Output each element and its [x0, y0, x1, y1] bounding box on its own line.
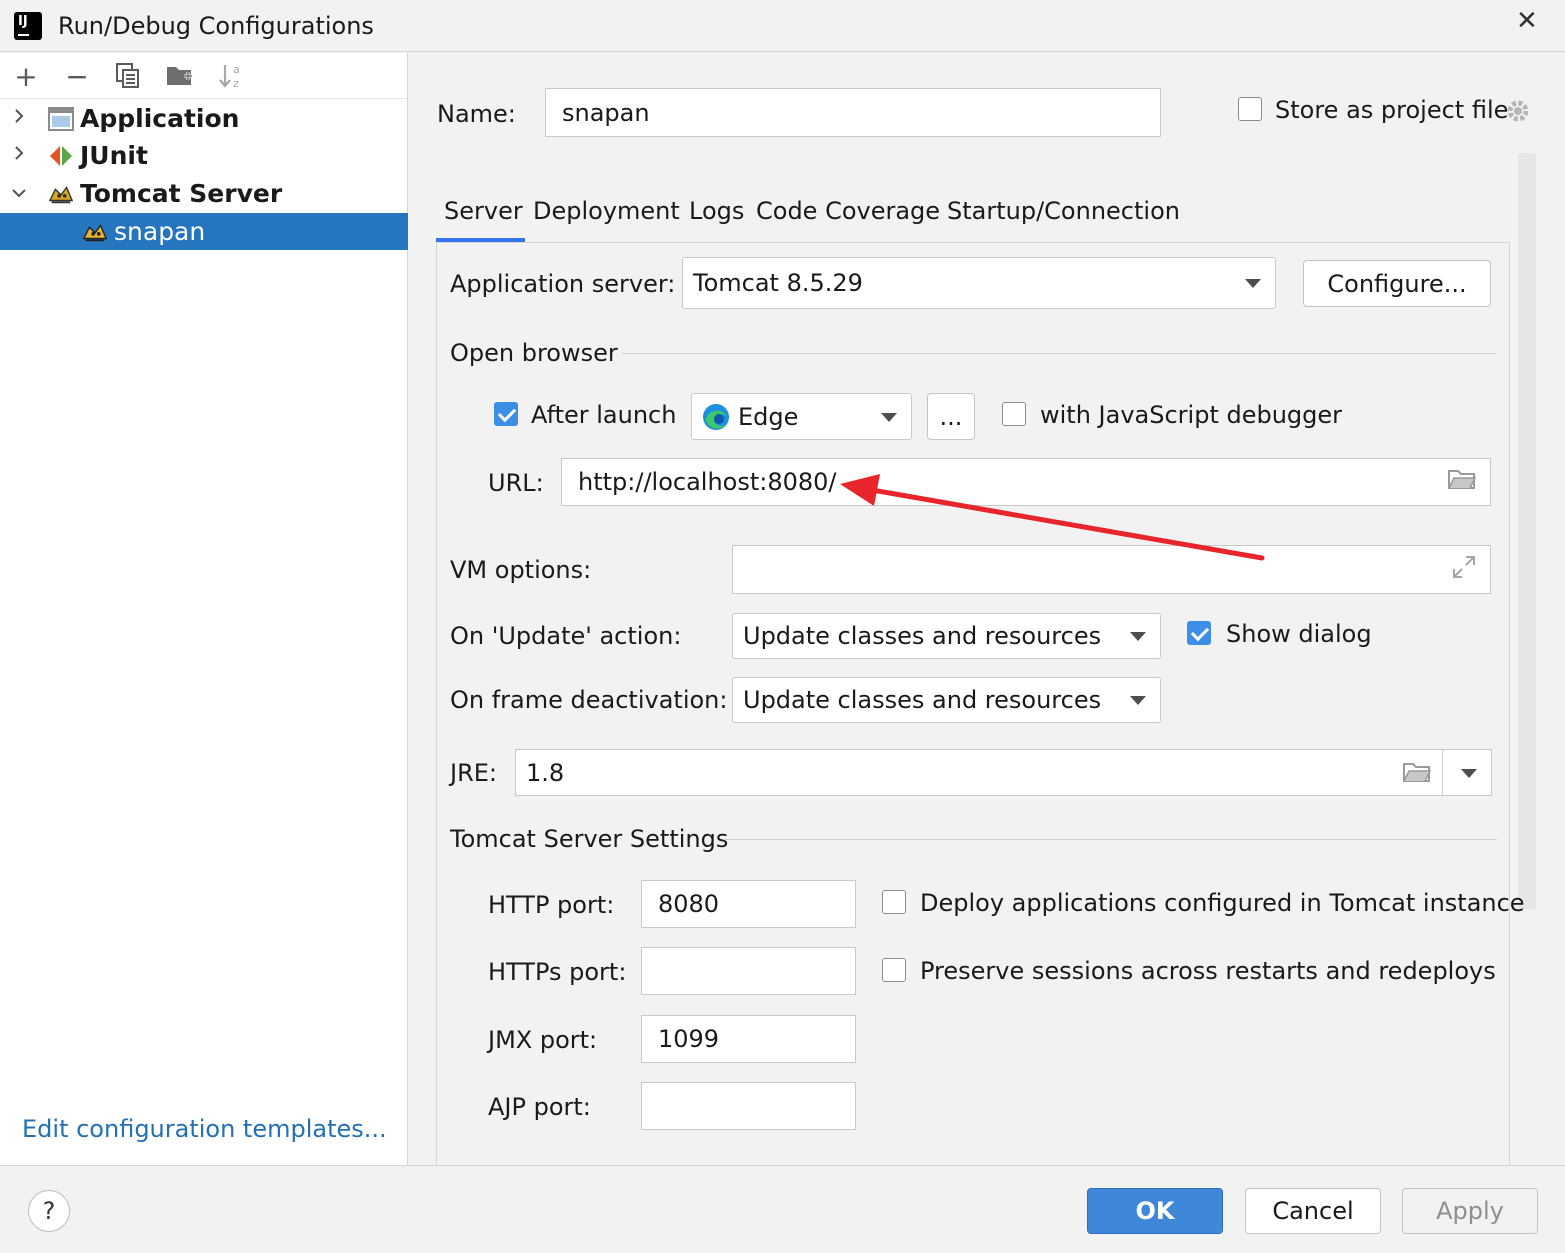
- on-update-dropdown[interactable]: Update classes and resources: [732, 613, 1161, 659]
- https-port-input[interactable]: [641, 947, 856, 995]
- tree-item-application[interactable]: Application: [0, 100, 408, 137]
- intellij-logo-icon: IJ: [11, 9, 45, 43]
- tab-code-coverage[interactable]: Code Coverage: [756, 197, 940, 225]
- folder-icon[interactable]: [1403, 761, 1432, 789]
- divider: [1442, 750, 1443, 795]
- tomcat-settings-section-title: Tomcat Server Settings: [450, 825, 729, 853]
- expand-icon[interactable]: [1452, 555, 1476, 585]
- tree-item-label: snapan: [114, 217, 206, 246]
- after-launch-checkbox[interactable]: [494, 402, 518, 426]
- store-as-project-file-checkbox[interactable]: [1238, 97, 1262, 121]
- jre-combo[interactable]: 1.8: [515, 749, 1492, 796]
- window-title: Run/Debug Configurations: [58, 12, 374, 40]
- store-as-project-file-label: Store as project file: [1275, 96, 1509, 124]
- tree-item-label: JUnit: [80, 141, 148, 170]
- cancel-button[interactable]: Cancel: [1245, 1188, 1381, 1234]
- vm-options-label: VM options:: [450, 556, 592, 584]
- after-launch-label: After launch: [531, 401, 677, 429]
- tree-item-label: Tomcat Server: [80, 179, 283, 208]
- close-icon[interactable]: ✕: [1516, 6, 1538, 36]
- browser-dropdown[interactable]: Edge: [691, 393, 912, 440]
- chevron-right-icon[interactable]: [0, 145, 38, 166]
- on-update-value: Update classes and resources: [743, 622, 1102, 650]
- gear-icon[interactable]: [1504, 97, 1532, 131]
- add-icon[interactable]: +: [9, 59, 43, 93]
- chevron-down-icon: [1245, 279, 1261, 288]
- browser-value: Edge: [738, 402, 799, 431]
- ajp-port-label: AJP port:: [488, 1093, 591, 1121]
- vm-options-input[interactable]: [732, 545, 1491, 594]
- title-bar: IJ Run/Debug Configurations ✕: [0, 0, 1565, 52]
- tab-logs[interactable]: Logs: [689, 197, 744, 225]
- https-port-label: HTTPs port:: [488, 958, 627, 986]
- url-input[interactable]: http://localhost:8080/: [561, 458, 1491, 506]
- tomcat-icon: [48, 181, 74, 207]
- name-label: Name:: [437, 100, 516, 128]
- tree-item-tomcat-server[interactable]: Tomcat Server: [0, 175, 408, 212]
- chevron-down-icon: [1130, 632, 1146, 641]
- jmx-port-label: JMX port:: [488, 1026, 598, 1054]
- chevron-right-icon[interactable]: [0, 108, 38, 129]
- preserve-sessions-label: Preserve sessions across restarts and re…: [920, 957, 1496, 985]
- tomcat-icon: [82, 219, 108, 245]
- edge-icon: [702, 403, 730, 431]
- application-server-value: Tomcat 8.5.29: [693, 269, 863, 297]
- url-label: URL:: [488, 469, 544, 497]
- tree-item-junit[interactable]: JUnit: [0, 137, 408, 174]
- remove-icon[interactable]: −: [60, 59, 94, 93]
- preserve-sessions-checkbox[interactable]: [882, 958, 906, 982]
- browser-options-button[interactable]: ...: [927, 393, 975, 440]
- section-divider: [622, 353, 1497, 354]
- junit-icon: [48, 143, 74, 169]
- edit-configuration-templates-link[interactable]: Edit configuration templates...: [22, 1115, 387, 1143]
- deploy-applications-label: Deploy applications configured in Tomcat…: [920, 889, 1525, 917]
- sidebar-toolbar: + − az: [0, 53, 408, 99]
- svg-text:z: z: [233, 77, 239, 90]
- open-browser-section-title: Open browser: [450, 339, 618, 367]
- configure-button[interactable]: Configure...: [1303, 260, 1491, 307]
- chevron-down-icon: [1130, 696, 1146, 705]
- on-frame-deactivation-label: On frame deactivation:: [450, 686, 728, 714]
- url-value: http://localhost:8080/: [578, 468, 837, 496]
- http-port-label: HTTP port:: [488, 891, 615, 919]
- tab-server[interactable]: Server: [444, 197, 523, 225]
- ok-button[interactable]: OK: [1087, 1188, 1223, 1234]
- show-dialog-label: Show dialog: [1226, 620, 1372, 648]
- javascript-debugger-checkbox[interactable]: [1002, 402, 1026, 426]
- deploy-applications-checkbox[interactable]: [882, 890, 906, 914]
- configuration-editor: Name: snapan Store as project file Serve…: [409, 53, 1565, 1172]
- http-port-input[interactable]: 8080: [641, 880, 856, 928]
- jmx-port-input[interactable]: 1099: [641, 1015, 856, 1063]
- ajp-port-input[interactable]: [641, 1082, 856, 1130]
- jre-label: JRE:: [450, 759, 498, 787]
- on-frame-deactivation-dropdown[interactable]: Update classes and resources: [732, 677, 1161, 723]
- copy-icon[interactable]: [111, 59, 145, 93]
- chevron-down-icon[interactable]: [0, 183, 38, 204]
- apply-button[interactable]: Apply: [1402, 1188, 1538, 1234]
- application-icon: [48, 106, 74, 132]
- sort-icon[interactable]: az: [214, 59, 248, 93]
- show-dialog-checkbox[interactable]: [1187, 621, 1211, 645]
- tree-item-snapan[interactable]: snapan: [0, 213, 408, 250]
- tab-startup-connection[interactable]: Startup/Connection: [947, 197, 1180, 225]
- folder-icon[interactable]: [1448, 468, 1477, 496]
- application-server-label: Application server:: [450, 270, 676, 298]
- on-frame-deactivation-value: Update classes and resources: [743, 686, 1102, 714]
- tab-deployment[interactable]: Deployment: [533, 197, 680, 225]
- jre-value: 1.8: [526, 758, 565, 787]
- on-update-label: On 'Update' action:: [450, 622, 682, 650]
- svg-text:a: a: [233, 63, 240, 76]
- new-folder-icon[interactable]: [163, 59, 197, 93]
- javascript-debugger-label: with JavaScript debugger: [1040, 401, 1343, 429]
- scrollbar[interactable]: [1518, 153, 1536, 909]
- chevron-down-icon: [881, 412, 897, 422]
- tree-item-label: Application: [80, 104, 240, 133]
- dialog-button-bar: ? OK Cancel Apply: [0, 1165, 1565, 1253]
- help-button[interactable]: ?: [28, 1190, 70, 1232]
- application-server-dropdown[interactable]: Tomcat 8.5.29: [682, 257, 1276, 309]
- section-divider: [724, 839, 1497, 840]
- configurations-sidebar: + − az Application JUnit Tomcat Server s…: [0, 53, 408, 1165]
- name-input[interactable]: snapan: [545, 88, 1161, 137]
- chevron-down-icon[interactable]: [1461, 769, 1477, 778]
